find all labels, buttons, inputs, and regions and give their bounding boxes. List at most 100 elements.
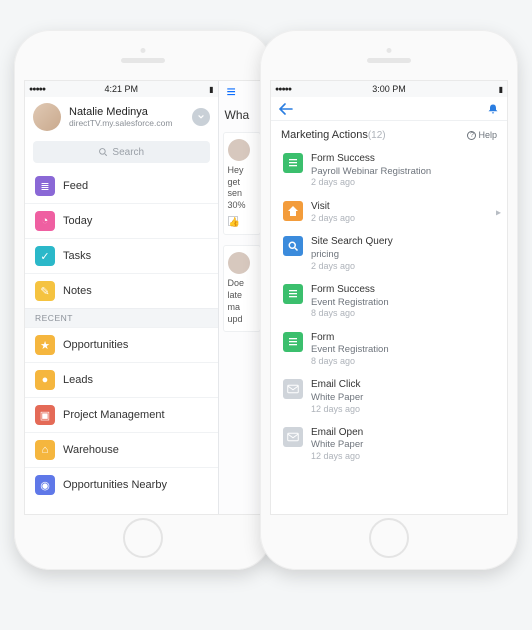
marketing-action-item[interactable]: Form SuccessEvent Registration8 days ago [273,278,505,326]
status-bar: ●●●●● 4:21 PM ▮ [25,81,218,97]
marketing-actions-list: Form SuccessPayroll Webinar Registration… [271,143,507,473]
menu-label: Feed [63,180,88,192]
recent-header: RECENT [25,308,218,327]
action-text: Site Search Querypricing2 days ago [311,236,393,272]
section-header: Marketing Actions (12) ? Help [271,121,507,143]
user-row[interactable]: Natalie Medinya directTV.my.salesforce.c… [25,97,218,137]
visit-icon [283,201,303,221]
action-text: Visit2 days ago [311,201,355,225]
search-input[interactable]: Search [33,141,210,163]
marketing-action-item[interactable]: Email OpenWhite Paper12 days ago [273,421,505,469]
action-subtitle: White Paper [311,439,363,451]
feed-peek: ≡ Wha Hey get sen 30% 👍 Doe late ma upd [219,81,261,514]
peek-text: Hey get sen 30% [228,165,256,212]
menu-item-leads[interactable]: ● Leads [25,362,218,397]
menu-item-opportunities-nearby[interactable]: ◉ Opportunities Nearby [25,467,218,502]
action-time: 12 days ago [311,404,363,415]
screen-left: ●●●●● 4:21 PM ▮ Natalie Medinya directTV… [24,80,262,515]
status-time: 3:00 PM [372,84,406,94]
avatar [33,103,61,131]
peek-avatar [228,252,250,274]
speaker-slot [367,58,411,63]
menu-item-opportunities[interactable]: ★ Opportunities [25,327,218,362]
warehouse-icon: ⌂ [35,440,55,460]
action-time: 12 days ago [311,451,363,462]
signal-icon: ●●●●● [29,86,45,93]
screen-right: ●●●●● 3:00 PM ▮ Marketing Actions (12) ?… [270,80,508,515]
action-subtitle: White Paper [311,392,363,404]
battery-icon: ▮ [209,85,213,94]
chevron-down-icon[interactable] [192,108,210,126]
nav-header [271,97,507,121]
menu-item-warehouse[interactable]: ⌂ Warehouse [25,432,218,467]
mail-icon [283,427,303,447]
action-title: Email Open [311,427,363,440]
user-name: Natalie Medinya [69,106,172,118]
menu-item-today[interactable]: ◔ Today [25,203,218,238]
action-title: Form [311,332,389,345]
menu-label: Opportunities [63,339,128,351]
action-title: Visit [311,201,355,214]
menu-label: Today [63,215,92,227]
today-icon: ◔ [35,211,55,231]
user-text: Natalie Medinya directTV.my.salesforce.c… [69,106,172,128]
back-button[interactable] [279,103,293,115]
help-link[interactable]: ? Help [467,130,497,140]
action-title: Site Search Query [311,236,393,249]
form-icon [283,284,303,304]
action-subtitle: Event Registration [311,297,389,309]
home-button[interactable] [123,518,163,558]
marketing-action-item[interactable]: Site Search Querypricing2 days ago [273,230,505,278]
action-time: 2 days ago [311,213,355,224]
menu-label: Notes [63,285,92,297]
menu-item-feed[interactable]: ≣ Feed [25,169,218,203]
action-text: Email OpenWhite Paper12 days ago [311,427,363,463]
mail-icon [283,379,303,399]
menu-item-tasks[interactable]: ✓ Tasks [25,238,218,273]
home-button[interactable] [369,518,409,558]
marketing-action-item[interactable]: Form SuccessPayroll Webinar Registration… [273,147,505,195]
search-icon [283,236,303,256]
speaker-slot [121,58,165,63]
like-icon[interactable]: 👍 [228,216,238,226]
action-text: Form SuccessPayroll Webinar Registration… [311,153,431,189]
peek-avatar [228,139,250,161]
search-placeholder: Search [112,147,144,158]
phone-right-frame: ●●●●● 3:00 PM ▮ Marketing Actions (12) ?… [260,30,518,570]
action-text: FormEvent Registration8 days ago [311,332,389,368]
help-label: Help [478,130,497,140]
menu-item-notes[interactable]: ✎ Notes [25,273,218,308]
hamburger-icon[interactable]: ≡ [219,81,261,102]
marketing-action-item[interactable]: FormEvent Registration8 days ago [273,326,505,374]
nearby-icon: ◉ [35,475,55,495]
action-title: Form Success [311,153,431,166]
marketing-action-item[interactable]: Visit2 days ago ▸ [273,195,505,231]
tasks-icon: ✓ [35,246,55,266]
opportunities-icon: ★ [35,335,55,355]
notes-icon: ✎ [35,281,55,301]
peek-text: Doe late ma upd [228,278,256,325]
nav-drawer: ●●●●● 4:21 PM ▮ Natalie Medinya directTV… [25,81,219,514]
action-time: 2 days ago [311,177,431,188]
chevron-right-icon: ▸ [496,207,501,218]
leads-icon: ● [35,370,55,390]
search-icon [98,147,108,157]
peek-card: Doe late ma upd [223,245,261,332]
user-domain: directTV.my.salesforce.com [69,118,172,128]
action-text: Form SuccessEvent Registration8 days ago [311,284,389,320]
battery-icon: ▮ [499,85,503,94]
action-subtitle: pricing [311,249,393,261]
action-text: Email ClickWhite Paper12 days ago [311,379,363,415]
bell-icon[interactable] [487,103,499,115]
signal-icon: ●●●●● [275,86,291,93]
menu-item-project-management[interactable]: ▣ Project Management [25,397,218,432]
form-icon [283,153,303,173]
status-time: 4:21 PM [104,84,138,94]
camera-dot [387,48,392,53]
action-subtitle: Event Registration [311,344,389,356]
peek-card: Hey get sen 30% 👍 [223,132,261,235]
action-title: Form Success [311,284,389,297]
menu-label: Tasks [63,250,91,262]
menu-label: Opportunities Nearby [63,479,167,491]
marketing-action-item[interactable]: Email ClickWhite Paper12 days ago [273,373,505,421]
